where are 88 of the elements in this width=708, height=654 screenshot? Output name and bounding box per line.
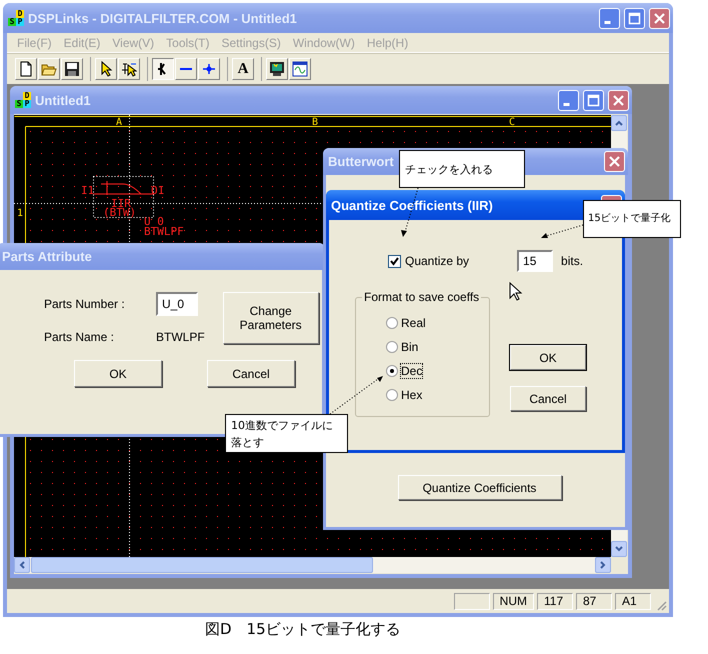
column-label: A xyxy=(116,117,122,128)
status-panel xyxy=(454,592,490,610)
toolbar-button[interactable] xyxy=(152,58,174,80)
minimize-button[interactable] xyxy=(599,8,620,28)
new-file-icon xyxy=(18,61,34,77)
radio-button[interactable] xyxy=(386,340,398,352)
save-icon xyxy=(64,61,80,77)
ok-button[interactable]: OK xyxy=(74,360,162,387)
bits-field[interactable]: 15 xyxy=(517,250,554,272)
column-label: B xyxy=(312,117,318,128)
radio-button[interactable] xyxy=(386,388,398,400)
close-icon xyxy=(608,155,621,168)
row-label: 1 xyxy=(17,208,24,219)
leader-line xyxy=(330,376,383,414)
callout-note: 15ビットで量子化 xyxy=(583,200,681,238)
resize-grip-icon[interactable] xyxy=(655,599,667,611)
close-button[interactable] xyxy=(608,90,629,110)
field-label: Parts Number : xyxy=(44,297,126,311)
part-name-label: BTWLPF xyxy=(144,225,184,238)
maximize-icon xyxy=(587,94,600,106)
scroll-down-button[interactable] xyxy=(611,541,627,557)
maximize-button[interactable] xyxy=(583,90,604,110)
radio-label: Dec xyxy=(401,364,422,378)
close-button[interactable] xyxy=(604,151,625,172)
field-label: Parts Name : xyxy=(44,330,116,344)
minimize-icon xyxy=(563,102,570,106)
junction-icon xyxy=(201,61,217,77)
horizontal-scrollbar[interactable] xyxy=(14,557,611,573)
scroll-thumb[interactable] xyxy=(31,557,373,573)
window-title: DSPLinks - DIGITALFILTER.COM - Untitled1 xyxy=(28,10,298,26)
dialog-title: Parts Attribute xyxy=(2,249,93,264)
chevron-up-icon xyxy=(614,118,624,128)
part-output-label: O1 xyxy=(151,184,164,197)
scroll-left-button[interactable] xyxy=(14,557,30,573)
checkbox[interactable] xyxy=(388,254,401,268)
chevron-right-icon xyxy=(598,560,608,570)
parts-number-field[interactable]: U_0 xyxy=(156,292,198,316)
parts-name-value: BTWLPF xyxy=(156,330,205,344)
radio-button[interactable] xyxy=(386,316,398,328)
group-title: Format to save coeffs xyxy=(362,290,482,304)
column-label: C xyxy=(509,117,516,128)
dialog-title: Butterwort xyxy=(328,154,395,169)
status-panel: 87 xyxy=(576,592,612,610)
status-panel: 117 xyxy=(537,592,573,610)
leader-line xyxy=(541,224,584,238)
callout-note: チェックを入れる xyxy=(399,150,525,188)
figure-caption: 図D 15ビットで量子化する xyxy=(205,620,401,639)
scroll-up-button[interactable] xyxy=(611,115,627,131)
part-subtype-label: (BTW) xyxy=(103,206,136,219)
scroll-right-button[interactable] xyxy=(595,557,611,573)
radio-label: Bin xyxy=(401,340,418,354)
line-icon xyxy=(180,68,192,70)
chevron-left-icon xyxy=(17,560,27,570)
window-title: Untitled1 xyxy=(35,92,92,108)
cancel-button[interactable]: Cancel xyxy=(510,386,586,411)
app-icon-letter: P xyxy=(16,18,24,26)
quantize-coefficients-button[interactable]: Quantize Coefficients xyxy=(398,475,562,500)
component-pointer-icon xyxy=(121,61,137,77)
maximize-button[interactable] xyxy=(624,8,645,28)
close-button[interactable] xyxy=(649,8,670,28)
maximize-icon xyxy=(628,12,641,24)
change-parameters-button[interactable]: Change Parameters xyxy=(222,292,319,344)
mouse-pointer-icon xyxy=(509,282,523,302)
status-panel: A1 xyxy=(615,592,651,610)
app-icon-letter: P xyxy=(23,100,31,108)
app-icon-letter: S xyxy=(8,18,16,26)
dialog-title: Quantize Coefficients (IIR) xyxy=(331,198,494,212)
text-tool-button[interactable]: A xyxy=(232,58,254,80)
cancel-button[interactable]: Cancel xyxy=(207,360,295,387)
bits-unit-label: bits. xyxy=(561,254,584,268)
close-icon xyxy=(653,12,666,24)
radio-label: Real xyxy=(401,316,426,330)
graph-window-icon xyxy=(292,61,308,77)
app-icon-letter: D xyxy=(16,10,24,18)
monitor-icon xyxy=(269,61,285,77)
minimize-icon xyxy=(604,20,611,24)
ok-button[interactable]: OK xyxy=(510,345,586,370)
minimize-button[interactable] xyxy=(558,90,579,110)
checkbox-label: Quantize by xyxy=(405,254,470,268)
radio-button[interactable] xyxy=(386,364,398,376)
radio-label: Hex xyxy=(401,388,422,402)
app-icon-letter: S xyxy=(15,100,23,108)
close-icon xyxy=(612,94,625,106)
part-input-label: I1 xyxy=(81,184,94,197)
callout-note: 10進数でファイルに落とす xyxy=(225,414,348,453)
status-panel: NUM xyxy=(492,592,534,610)
chevron-down-icon xyxy=(614,544,624,554)
app-icon-letter: D xyxy=(23,92,31,100)
